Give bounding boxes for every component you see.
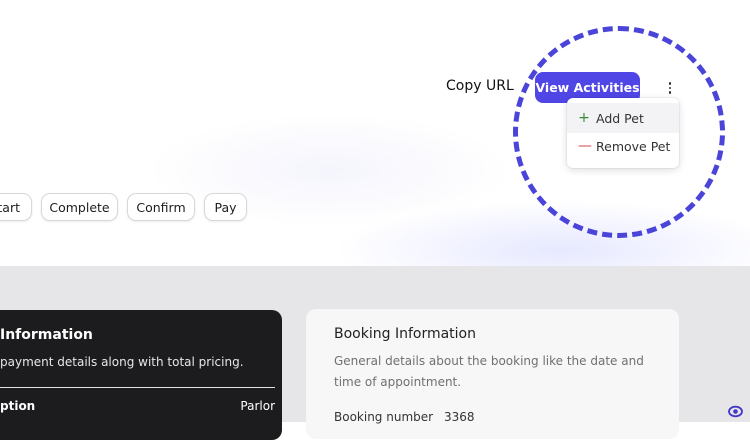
plus-icon: + — [578, 110, 590, 126]
payment-information-card: Information payment details along with t… — [0, 310, 282, 440]
confirm-button[interactable]: Confirm — [127, 193, 195, 221]
booking-information-card: Booking Information General details abou… — [306, 309, 679, 439]
menu-item-remove-pet[interactable]: — Remove Pet — [567, 131, 679, 161]
card-title: Information — [0, 327, 93, 343]
eye-icon[interactable] — [728, 403, 743, 418]
card-subtitle: payment details along with total pricing… — [0, 355, 244, 369]
complete-button[interactable]: Complete — [41, 193, 118, 221]
start-button[interactable]: tart — [0, 193, 32, 221]
more-vertical-icon[interactable] — [662, 79, 678, 97]
actions-dropdown-menu: + Add Pet — Remove Pet — [567, 98, 679, 168]
card-description: General details about the booking like t… — [334, 354, 644, 389]
table-header-description: ption — [0, 399, 36, 413]
table-header-parlor: Parlor — [240, 399, 275, 413]
menu-item-add-pet[interactable]: + Add Pet — [567, 103, 679, 133]
menu-item-label: Add Pet — [596, 110, 644, 126]
minus-icon: — — [578, 138, 592, 154]
copy-url-link[interactable]: Copy URL — [446, 78, 514, 94]
menu-item-label: Remove Pet — [596, 138, 671, 154]
card-title: Booking Information — [334, 326, 476, 342]
pay-button[interactable]: Pay — [204, 193, 247, 221]
divider — [0, 387, 275, 388]
